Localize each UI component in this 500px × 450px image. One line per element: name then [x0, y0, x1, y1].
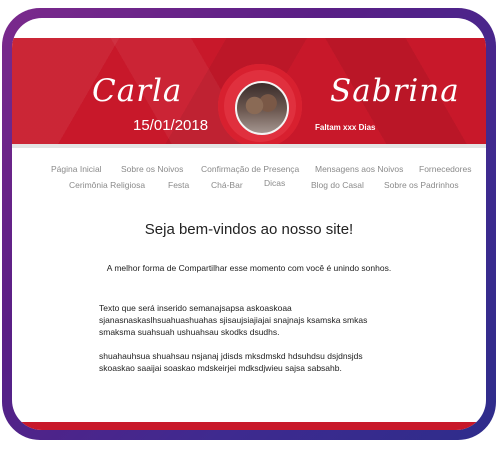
wedding-date: 15/01/2018 [133, 117, 209, 134]
body-paragraph-2: shuahauhsua shuahsau nsjanaj jdisds mksd… [99, 351, 363, 373]
nav-link-cha-bar[interactable]: Chá-Bar [211, 180, 243, 190]
bride-name-left: Carla [92, 73, 183, 109]
bride-name-right: Sabrina [330, 73, 460, 109]
intro-text: A melhor forma de Compartilhar esse mome… [106, 263, 392, 273]
body-paragraph-1: Texto que será inserido semanajsapsa ask… [99, 303, 368, 337]
nav-link-sobre-os-noivos[interactable]: Sobre os Noivos [121, 164, 183, 174]
nav-link-festa[interactable]: Festa [168, 180, 189, 190]
nav-link-cerimonia-religiosa[interactable]: Cerimônia Religiosa [69, 180, 145, 190]
nav-link-confirmacao-de-presenca[interactable]: Confirmação de Presença [201, 164, 299, 174]
countdown-text: Faltam xxx Dias [315, 123, 376, 132]
nav-link-mensagens-aos-noivos[interactable]: Mensagens aos Noivos [315, 164, 403, 174]
browser-viewport: Carla Sabrina 15/01/2018 Faltam xxx Dias… [12, 18, 486, 430]
nav-link-sobre-os-padrinhos[interactable]: Sobre os Padrinhos [384, 180, 459, 190]
site-header: Carla Sabrina [12, 38, 486, 148]
welcome-heading: Seja bem-vindos ao nosso site! [144, 221, 354, 238]
site-footer [12, 422, 486, 430]
device-frame: Carla Sabrina 15/01/2018 Faltam xxx Dias… [2, 8, 496, 440]
nav-link-pagina-inicial[interactable]: Página Inicial [51, 164, 102, 174]
nav-link-blog-do-casal[interactable]: Blog do Casal [311, 180, 364, 190]
nav-link-fornecedores[interactable]: Fornecedores [419, 164, 471, 174]
header-divider [12, 144, 486, 148]
couple-photo-frame [218, 64, 302, 148]
nav-link-dicas[interactable]: Dicas [264, 178, 285, 188]
couple-photo [235, 81, 289, 135]
